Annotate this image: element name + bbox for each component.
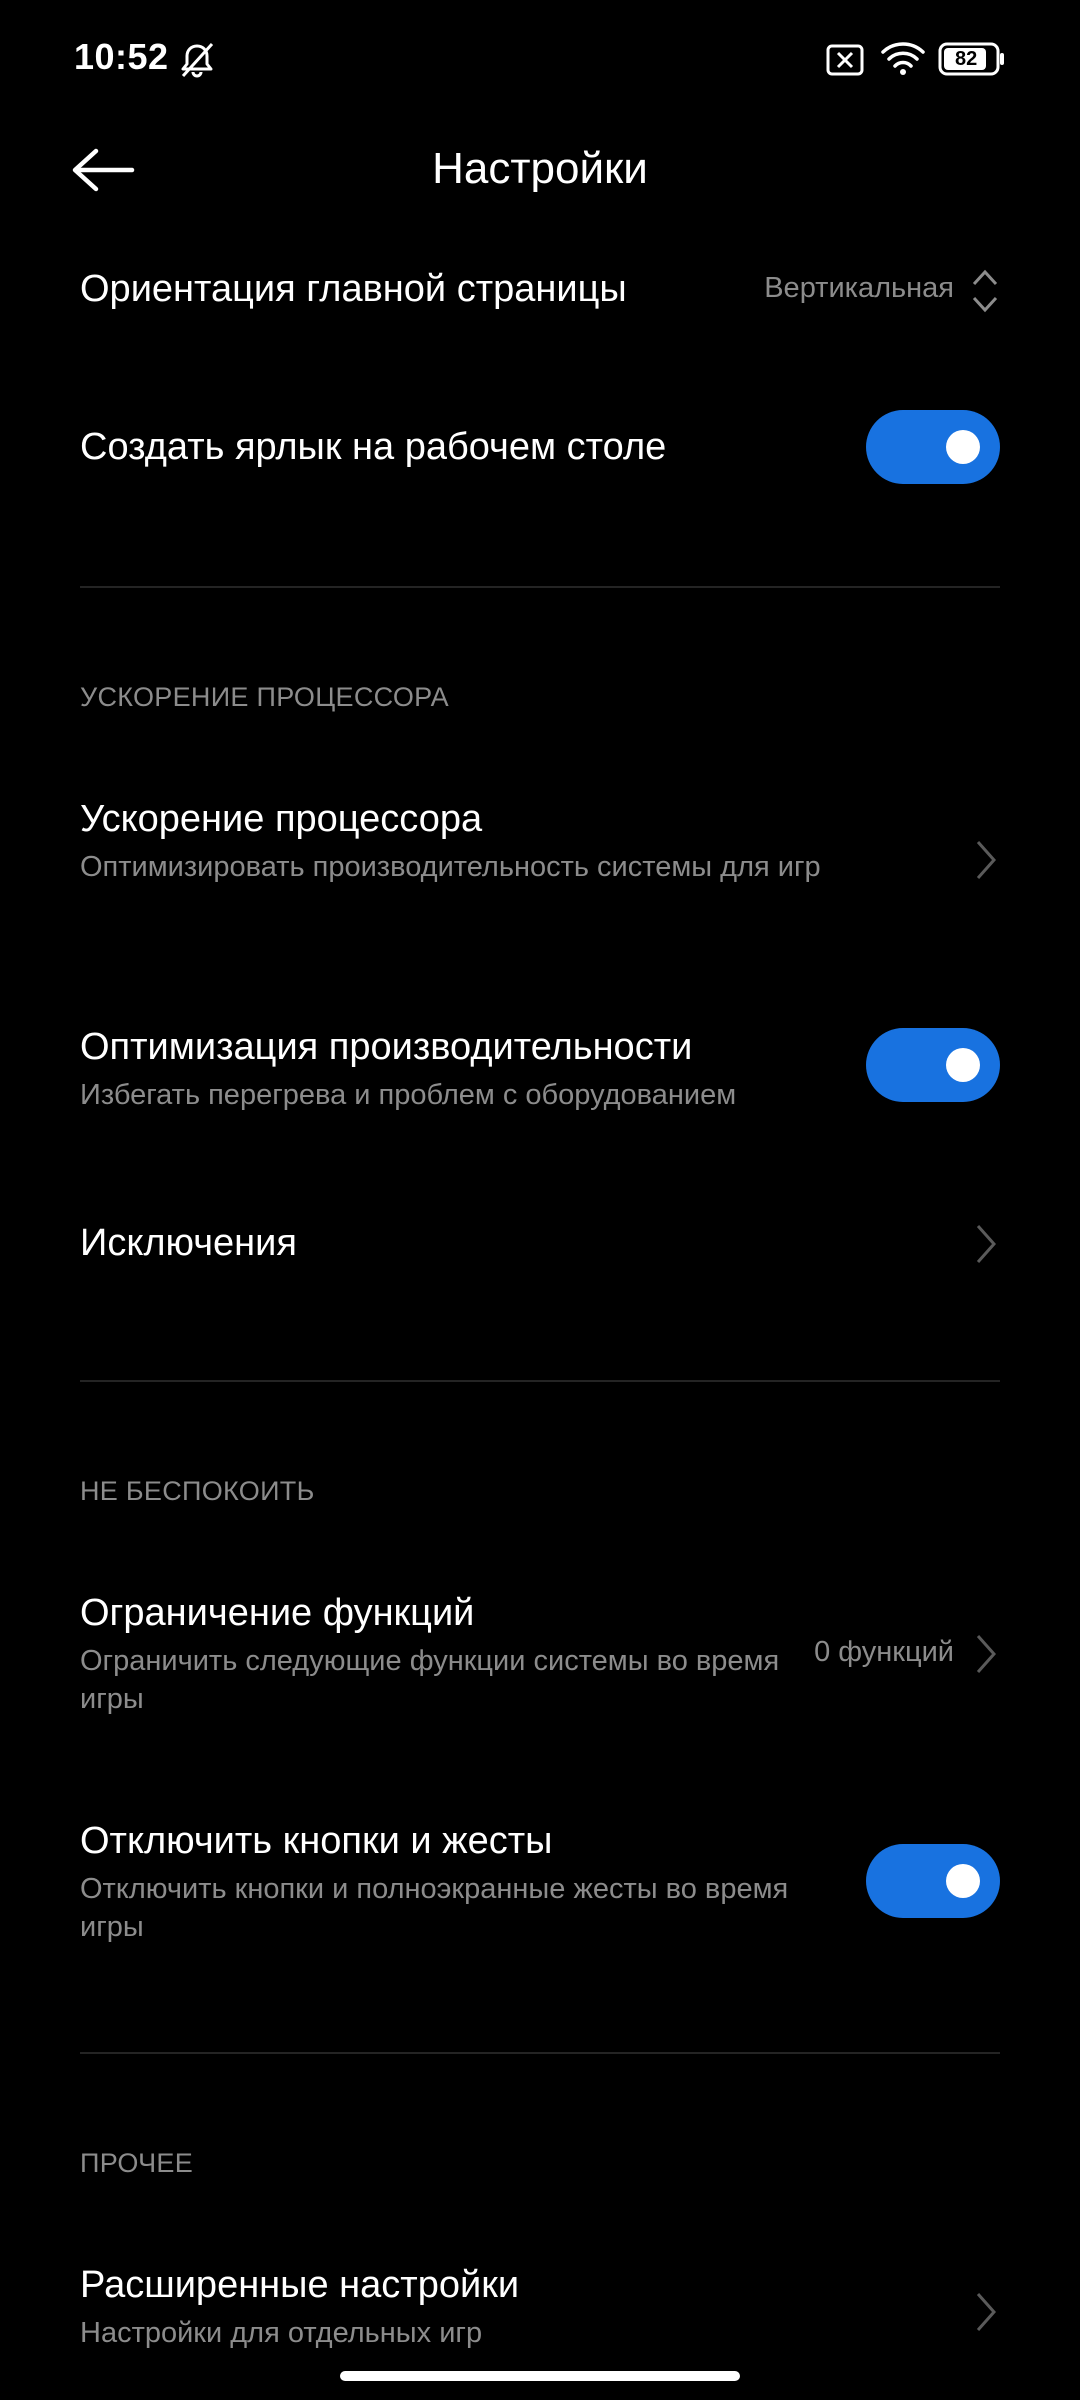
- toggle-knob: [946, 430, 980, 464]
- chevron-right-icon: [976, 1635, 997, 1673]
- advanced-setting[interactable]: Расширенные настройки Настройки для отде…: [80, 2262, 1000, 2362]
- orientation-setting[interactable]: Ориентация главной страницы Вертикальная: [80, 262, 1000, 318]
- chevron-right-icon: [976, 841, 997, 879]
- mute-alarm-icon: [181, 42, 214, 78]
- advanced-title: Расширенные настройки: [80, 2264, 520, 2306]
- divider: [80, 1380, 1000, 1382]
- orientation-value: Вертикальная: [764, 272, 954, 304]
- section-header-cpu: УСКОРЕНИЕ ПРОЦЕССОРА: [80, 682, 449, 712]
- disable-buttons-subtitle: Отключить кнопки и полноэкранные жесты в…: [80, 1873, 789, 1943]
- restrictions-title: Ограничение функций: [80, 1592, 475, 1634]
- up-down-chevron-icon: [972, 269, 998, 313]
- cpu-boost-title: Ускорение процессора: [80, 798, 483, 840]
- exceptions-title: Исключения: [80, 1222, 297, 1264]
- app-header: Настройки: [0, 120, 1080, 220]
- cpu-boost-setting[interactable]: Ускорение процессора Оптимизировать прои…: [80, 796, 1000, 926]
- divider: [80, 586, 1000, 588]
- performance-subtitle: Избегать перегрева и проблем с оборудова…: [80, 1079, 737, 1111]
- chevron-right-icon: [976, 1225, 997, 1263]
- cpu-boost-subtitle: Оптимизировать производительность систем…: [80, 851, 821, 883]
- section-header-dnd: НЕ БЕСПОКОИТЬ: [80, 1476, 315, 1506]
- shortcut-setting[interactable]: Создать ярлык на рабочем столе: [80, 410, 1000, 484]
- status-bar: 10:52 82: [0, 0, 1080, 120]
- divider: [80, 2052, 1000, 2054]
- home-indicator[interactable]: [340, 2371, 740, 2381]
- restrictions-setting[interactable]: Ограничение функций Ограничить следующие…: [80, 1590, 1000, 1720]
- battery-level: 82: [955, 48, 978, 70]
- exceptions-setting[interactable]: Исключения: [80, 1216, 1000, 1272]
- status-time: 10:52: [74, 36, 169, 77]
- toggle-knob: [946, 1048, 980, 1082]
- performance-title: Оптимизация производительности: [80, 1026, 693, 1068]
- sim-disabled-icon: [826, 44, 864, 76]
- disable-buttons-title: Отключить кнопки и жесты: [80, 1820, 553, 1862]
- wifi-icon: [881, 42, 925, 75]
- page-title: Настройки: [432, 144, 648, 193]
- toggle-knob: [946, 1864, 980, 1898]
- restrictions-count: 0 функций: [814, 1636, 954, 1668]
- disable-buttons-toggle[interactable]: [866, 1844, 1000, 1918]
- performance-setting[interactable]: Оптимизация производительности Избегать …: [80, 1024, 1000, 1124]
- shortcut-title: Создать ярлык на рабочем столе: [80, 426, 667, 468]
- performance-toggle[interactable]: [866, 1028, 1000, 1102]
- restrictions-subtitle: Ограничить следующие функции системы во …: [80, 1645, 780, 1715]
- disable-buttons-setting[interactable]: Отключить кнопки и жесты Отключить кнопк…: [80, 1818, 1000, 1948]
- chevron-right-icon: [976, 2293, 997, 2331]
- advanced-subtitle: Настройки для отдельных игр: [80, 2317, 483, 2349]
- section-header-other: ПРОЧЕЕ: [80, 2148, 194, 2178]
- shortcut-toggle[interactable]: [866, 410, 1000, 484]
